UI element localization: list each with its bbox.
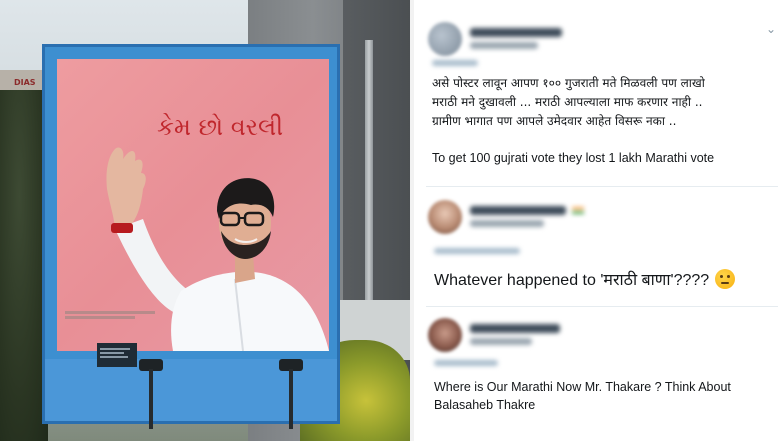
user-identity-blurred	[470, 324, 560, 345]
tweet-panel: ⌄ असे पोस्टर लावून आपण १०० गुजराती मते म…	[414, 0, 784, 441]
poster-fine-print	[65, 311, 215, 319]
billboard-nameplate	[97, 343, 137, 367]
spotlight-lamp-icon	[279, 359, 303, 429]
tweet-header	[428, 22, 562, 56]
tweet-header	[428, 200, 584, 234]
reply-text: Whatever happened to 'मराठी बाणा'????	[434, 268, 736, 290]
avatar[interactable]	[428, 318, 462, 352]
reply-line: Where is Our Marathi Now Mr. Thakare ? T…	[434, 380, 731, 394]
billboard-frame: કેમ છો વરલી	[42, 44, 340, 429]
tweet-line: मराठी मने दुखावली ... मराठी आपल्याला माफ…	[432, 95, 703, 109]
spotlight-lamp-icon	[139, 359, 163, 429]
thinking-face-icon	[715, 269, 736, 289]
tweet-meta-blurred	[434, 360, 498, 366]
corner-sign-text: DIAS	[14, 78, 36, 87]
billboard-photo: DIAS કેમ છો વરલી	[0, 0, 410, 441]
tweet-translation: To get 100 gujrati vote they lost 1 lakh…	[432, 151, 715, 165]
poster-panel: કેમ છો વરલી	[57, 59, 329, 351]
user-identity-blurred	[470, 206, 584, 227]
tweet-meta-blurred	[432, 60, 478, 66]
chevron-down-icon[interactable]: ⌄	[766, 22, 776, 36]
tweet-meta-blurred	[434, 248, 520, 254]
avatar[interactable]	[428, 200, 462, 234]
user-identity-blurred	[470, 28, 562, 49]
reply-text: Where is Our Marathi Now Mr. Thakare ? T…	[434, 378, 779, 414]
divider	[426, 186, 778, 187]
tree-foliage	[0, 90, 48, 441]
reply-line: Whatever happened to 'मराठी बाणा'????	[434, 272, 710, 289]
divider	[426, 306, 778, 307]
tweet-line: ग्रामीण भागात पण आपले उमेदवार आहेत विसरू…	[432, 114, 677, 128]
tweet-header	[428, 318, 560, 352]
tweet-text-marathi: असे पोस्टर लावून आपण १०० गुजराती मते मिळ…	[432, 74, 772, 131]
reply-line: Balasaheb Thakre	[434, 398, 536, 412]
avatar[interactable]	[428, 22, 462, 56]
tweet-line: असे पोस्टर लावून आपण १०० गुजराती मते मिळ…	[432, 76, 705, 90]
